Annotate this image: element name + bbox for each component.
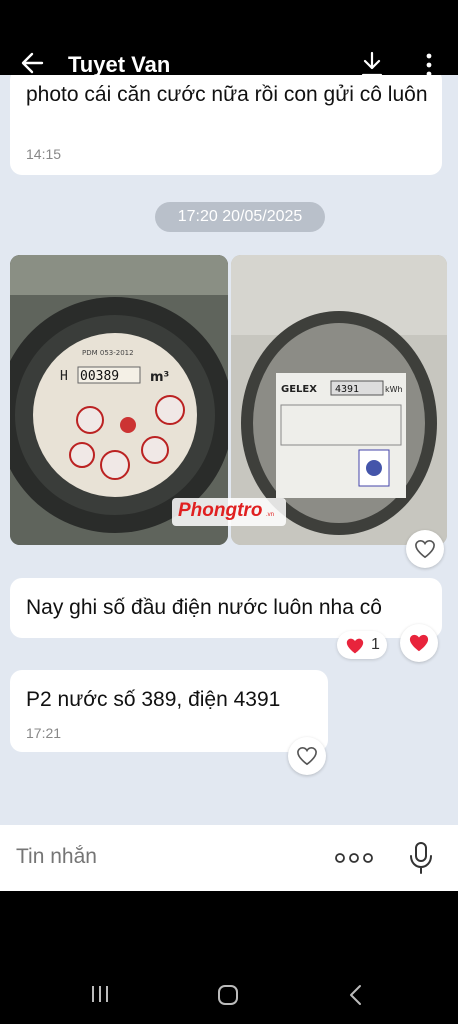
back-nav-icon[interactable] bbox=[348, 984, 364, 1006]
heart-outline-icon bbox=[297, 746, 317, 766]
more-vertical-icon[interactable] bbox=[424, 52, 434, 78]
react-button[interactable] bbox=[406, 530, 444, 568]
home-icon[interactable] bbox=[217, 984, 239, 1006]
date-separator: 17:20 20/05/2025 bbox=[155, 202, 325, 232]
water-reading-prefix: H bbox=[60, 369, 68, 384]
contact-name[interactable]: Tuyet Van bbox=[68, 52, 170, 78]
message-time: 14:15 bbox=[26, 146, 62, 162]
download-icon[interactable] bbox=[360, 50, 384, 78]
water-unit: m³ bbox=[150, 370, 169, 385]
heart-filled-icon bbox=[346, 638, 364, 654]
more-horizontal-icon[interactable] bbox=[334, 850, 374, 866]
chat-area[interactable]: photo cái căn cước nữa rồi con gửi cô lu… bbox=[0, 75, 458, 825]
message-text: Nay ghi số đầu điện nước luôn nha cô bbox=[26, 596, 382, 619]
react-button[interactable] bbox=[288, 737, 326, 775]
heart-outline-icon bbox=[415, 539, 435, 559]
system-navigation-bar bbox=[0, 960, 458, 1024]
message-input[interactable] bbox=[16, 845, 316, 869]
watermark-logo: Phongtro .vn bbox=[172, 498, 286, 526]
message-text: photo cái căn cước nữa rồi con gửi cô lu… bbox=[26, 83, 428, 106]
message-bubble[interactable]: Nay ghi số đầu điện nước luôn nha cô bbox=[10, 578, 442, 638]
message-text: P2 nước số 389, điện 4391 bbox=[26, 688, 281, 711]
microphone-icon[interactable] bbox=[408, 841, 434, 875]
reaction-summary[interactable]: 1 bbox=[337, 631, 387, 659]
message-time: 17:21 bbox=[26, 725, 62, 741]
react-button-active[interactable] bbox=[400, 624, 438, 662]
message-composer bbox=[0, 825, 458, 891]
elec-brand: GELEX bbox=[281, 384, 317, 395]
message-bubble[interactable]: P2 nước số 389, điện 4391 17:21 bbox=[10, 670, 328, 752]
elec-unit: kWh bbox=[385, 385, 403, 394]
heart-filled-icon bbox=[409, 634, 429, 652]
chat-header: Tuyet Van bbox=[0, 0, 458, 78]
message-bubble[interactable]: photo cái căn cước nữa rồi con gửi cô lu… bbox=[10, 75, 442, 175]
reaction-count: 1 bbox=[371, 636, 380, 653]
water-reading: 00389 bbox=[80, 369, 119, 384]
water-dial-label: PDM 053-2012 bbox=[82, 349, 134, 357]
recent-apps-icon[interactable] bbox=[90, 984, 110, 1004]
arrow-left-icon[interactable] bbox=[20, 50, 46, 76]
elec-reading: 4391 bbox=[335, 384, 359, 395]
